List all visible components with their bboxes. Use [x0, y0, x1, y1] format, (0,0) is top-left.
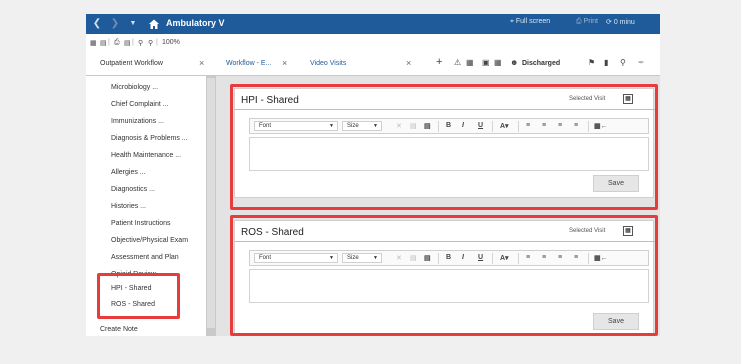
pen-icon[interactable]: ✒	[638, 58, 645, 67]
highlight-box-ros	[230, 215, 658, 336]
person-icon[interactable]: ☻	[510, 58, 518, 67]
binoculars-icon[interactable]: ▦	[90, 39, 97, 47]
tag-icon[interactable]: ⚑	[588, 58, 595, 67]
window-title: Ambulatory V	[166, 18, 225, 28]
chart-icon[interactable]: ▦	[466, 58, 474, 67]
highlight-box-sidebar	[97, 273, 180, 319]
print-button[interactable]: ⎙ Print	[576, 18, 598, 26]
sidebar-item-diagnosis[interactable]: Diagnosis & Problems ...	[111, 135, 188, 142]
print-icon[interactable]: ⎙	[114, 39, 120, 47]
search-icon[interactable]: ⚲	[620, 58, 626, 67]
create-note-link[interactable]: Create Note	[100, 326, 138, 333]
forward-icon[interactable]: ❯	[108, 17, 122, 31]
zoom-in-icon[interactable]: ⚲	[138, 39, 143, 47]
toolbar: ▦ ▤ | ⎙ ▤ | ⚲ ⚲ | 100%	[86, 34, 660, 52]
close-icon[interactable]: ×	[282, 58, 287, 68]
sidebar-item-histories[interactable]: Histories ...	[111, 203, 146, 210]
app-screenshot: ❮ ❯ ▼ Ambulatory V ⌖ Full screen ⎙ Print…	[86, 14, 660, 336]
toolbar-divider-3: |	[156, 39, 158, 46]
bookmark-icon[interactable]: ▮	[604, 58, 608, 67]
tab-outpatient-workflow[interactable]: Outpatient Workflow	[100, 60, 163, 67]
tab-workflow[interactable]: Workflow - E...	[226, 60, 271, 67]
zoom-out-icon[interactable]: ⚲	[148, 39, 153, 47]
sidebar-scrollbar[interactable]	[206, 76, 216, 336]
sidebar-item-diagnostics[interactable]: Diagnostics ...	[111, 186, 155, 193]
full-screen-label: Full screen	[515, 18, 551, 25]
sidebar-item-allergies[interactable]: Allergies ...	[111, 169, 146, 176]
dropdown-icon[interactable]: ▼	[126, 17, 140, 31]
zoom-level: 100%	[162, 39, 180, 46]
monitor-icon[interactable]: ▣	[482, 58, 490, 67]
refresh-label: 0 minu	[613, 19, 635, 26]
toolbar-divider-2: |	[132, 39, 134, 46]
alert-icon[interactable]: ⚠	[454, 58, 461, 67]
discharged-status: Discharged	[522, 60, 561, 67]
copy-icon[interactable]: ▤	[124, 39, 131, 47]
sidebar-item-microbiology[interactable]: Microbiology ...	[111, 84, 158, 91]
toolbar-divider: |	[108, 39, 110, 46]
sidebar-item-immunizations[interactable]: Immunizations ...	[111, 118, 164, 125]
home-icon[interactable]	[148, 18, 160, 30]
print-label: Print	[583, 18, 598, 25]
highlight-box-hpi	[230, 84, 658, 210]
sidebar-item-patient-instructions[interactable]: Patient Instructions	[111, 220, 171, 227]
tab-video-visits[interactable]: Video Visits	[310, 60, 346, 67]
close-icon[interactable]: ×	[199, 58, 204, 68]
list-icon[interactable]: ▦	[494, 58, 502, 67]
document-icon[interactable]: ▤	[100, 39, 107, 47]
sidebar-item-chief-complaint[interactable]: Chief Complaint ...	[111, 101, 169, 108]
add-tab-icon[interactable]: +	[436, 56, 442, 68]
sidebar-item-assessment-plan[interactable]: Assessment and Plan	[111, 254, 179, 261]
scrollbar-thumb[interactable]	[207, 78, 215, 328]
title-bar: ❮ ❯ ▼ Ambulatory V ⌖ Full screen ⎙ Print…	[86, 14, 660, 34]
sidebar-item-health-maintenance[interactable]: Health Maintenance ...	[111, 152, 181, 159]
close-icon[interactable]: ×	[406, 58, 411, 68]
full-screen-button[interactable]: ⌖ Full screen	[510, 18, 550, 26]
back-icon[interactable]: ❮	[90, 17, 104, 31]
refresh-button[interactable]: ⟳ 0 minu	[606, 18, 635, 26]
tab-bar: Outpatient Workflow × Workflow - E... × …	[86, 54, 660, 76]
sidebar-item-objective-exam[interactable]: Objective/Physical Exam	[111, 237, 188, 244]
